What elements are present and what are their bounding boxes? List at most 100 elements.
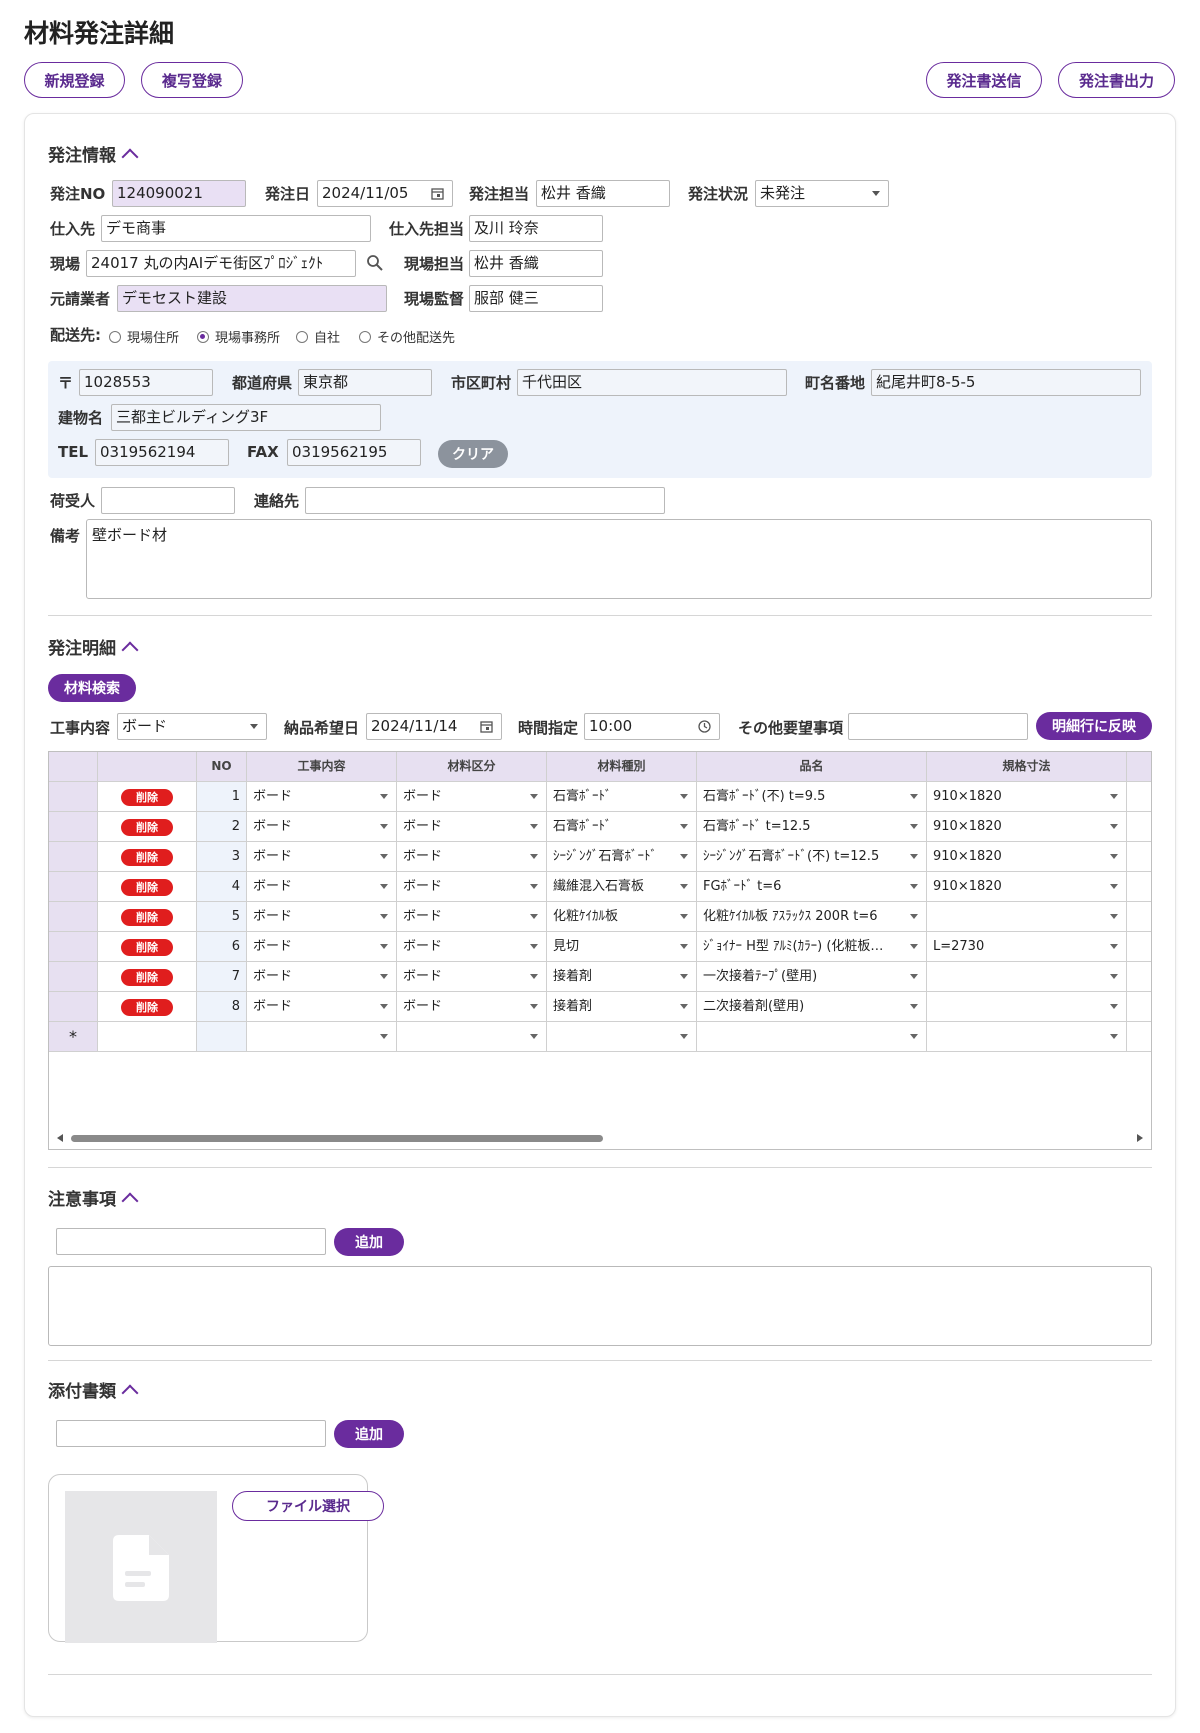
grid-cell-delete[interactable]: 削除 <box>98 962 197 992</box>
grid-cell-delete[interactable]: 削除 <box>98 902 197 932</box>
grid-cell-no[interactable]: 2 <box>197 812 247 842</box>
delete-row-button[interactable]: 削除 <box>121 849 173 866</box>
column-header-type[interactable]: 材料種別 <box>547 752 697 782</box>
grid-cell-type[interactable]: ｼｰｼﾞﾝｸﾞ石膏ﾎﾞｰﾄﾞ <box>547 842 697 872</box>
send-order-button[interactable]: 発注書送信 <box>926 62 1042 98</box>
site-staff-field[interactable]: 松井 香織 <box>469 250 603 277</box>
column-header-size[interactable]: 規格寸法 <box>927 752 1127 782</box>
supplier-staff-field[interactable]: 及川 玲奈 <box>469 215 603 242</box>
delete-row-button[interactable]: 削除 <box>121 939 173 956</box>
grid-cell-category[interactable]: ボード <box>397 812 547 842</box>
column-header-no[interactable]: NO <box>197 752 247 782</box>
time-field[interactable]: 10:00 <box>584 713 720 740</box>
grid-cell-size[interactable] <box>927 902 1127 932</box>
grid-cell-category[interactable]: ボード <box>397 842 547 872</box>
table-row[interactable]: 削除 7 ボード ボード 接着剤 一次接着ﾃｰﾌﾟ(壁用) <box>49 962 1151 992</box>
supplier-field[interactable]: デモ商事 <box>101 215 371 242</box>
delivery-option-site-address[interactable]: 現場住所 <box>109 327 179 346</box>
other-request-field[interactable] <box>848 713 1028 740</box>
grid-cell-no[interactable]: 6 <box>197 932 247 962</box>
copy-button[interactable]: 複写登録 <box>141 62 243 98</box>
receiver-field[interactable] <box>101 487 235 514</box>
grid-cell-size[interactable]: L=2730 <box>927 932 1127 962</box>
table-row[interactable]: 削除 2 ボード ボード 石膏ﾎﾞｰﾄﾞ 石膏ﾎﾞｰﾄﾞ t=12.5 910×1820 <box>49 812 1151 842</box>
order-no-field[interactable]: 124090021 <box>112 180 246 207</box>
delete-row-button[interactable]: 削除 <box>121 999 173 1016</box>
grid-cell-no[interactable]: 5 <box>197 902 247 932</box>
grid-cell-type[interactable]: 石膏ﾎﾞｰﾄﾞ <box>547 782 697 812</box>
clock-icon[interactable] <box>698 720 711 733</box>
grid-cell-delete[interactable]: 削除 <box>98 932 197 962</box>
grid-cell-size[interactable]: 910×1820 <box>927 872 1127 902</box>
section-order-info[interactable]: 発注情報 <box>48 141 139 166</box>
table-row[interactable]: 削除 5 ボード ボード 化粧ｹｲｶﾙ板 化粧ｹｲｶﾙ板 ｱｽﾗｯｸｽ 200R t=6 <box>49 902 1151 932</box>
grid-cell-no[interactable]: 8 <box>197 992 247 1022</box>
grid-cell-type[interactable]: 繊維混入石膏板 <box>547 872 697 902</box>
grid-cell-name[interactable]: ｼﾞｮｲﾅｰ H型 ｱﾙﾐ(ｶﾗｰ) (化粧板… <box>697 932 927 962</box>
calendar-icon[interactable] <box>480 720 493 733</box>
section-order-details[interactable]: 発注明細 <box>48 634 139 659</box>
grid-cell-size[interactable] <box>927 992 1127 1022</box>
chevron-up-icon[interactable] <box>121 1192 139 1210</box>
section-attachments[interactable]: 添付書類 <box>48 1377 139 1402</box>
grid-cell-category[interactable]: ボード <box>397 782 547 812</box>
grid-cell-delete[interactable]: 削除 <box>98 992 197 1022</box>
attachment-input[interactable] <box>56 1420 326 1447</box>
grid-cell-work[interactable]: ボード <box>247 962 397 992</box>
grid-cell-type[interactable] <box>547 1022 697 1052</box>
grid-cell-category[interactable]: ボード <box>397 962 547 992</box>
order-date-field[interactable]: 2024/11/05 <box>317 180 453 207</box>
radio-button[interactable] <box>109 330 121 343</box>
grid-cell-name[interactable] <box>697 1022 927 1052</box>
street-field[interactable]: 紀尾井町8-5-5 <box>871 369 1141 396</box>
grid-cell-work[interactable] <box>247 1022 397 1052</box>
order-staff-field[interactable]: 松井 香織 <box>536 180 670 207</box>
grid-cell-name[interactable]: ｼｰｼﾞﾝｸﾞ石膏ﾎﾞｰﾄﾞ(不) t=12.5 <box>697 842 927 872</box>
grid-cell-delete[interactable]: 削除 <box>98 872 197 902</box>
remarks-textarea[interactable]: 壁ボード材 <box>86 519 1152 599</box>
table-row[interactable]: 削除 1 ボード ボード 石膏ﾎﾞｰﾄﾞ 石膏ﾎﾞｰﾄﾞ(不) t=9.5 910×1820 <box>49 782 1151 812</box>
grid-cell-work[interactable]: ボード <box>247 812 397 842</box>
horizontal-scrollbar[interactable] <box>49 1128 1151 1149</box>
column-header-name[interactable]: 品名 <box>697 752 927 782</box>
grid-cell-work[interactable]: ボード <box>247 872 397 902</box>
grid-cell[interactable] <box>1127 1022 1151 1052</box>
delete-row-button[interactable]: 削除 <box>121 969 173 986</box>
apply-to-rows-button[interactable]: 明細行に反映 <box>1036 712 1152 740</box>
fax-field[interactable]: 0319562195 <box>287 439 421 466</box>
scrollbar-thumb[interactable] <box>71 1135 603 1142</box>
grid-cell-type[interactable]: 石膏ﾎﾞｰﾄﾞ <box>547 812 697 842</box>
tel-field[interactable]: 0319562194 <box>95 439 229 466</box>
grid-cell-size[interactable] <box>927 962 1127 992</box>
delivery-option-other[interactable]: その他配送先 <box>359 327 455 346</box>
notes-textarea[interactable] <box>48 1266 1152 1346</box>
grid-cell-work[interactable]: ボード <box>247 842 397 872</box>
grid-cell-name[interactable]: 二次接着剤(壁用) <box>697 992 927 1022</box>
scroll-right-icon[interactable] <box>1137 1134 1143 1142</box>
chevron-up-icon[interactable] <box>121 148 139 166</box>
column-header-category[interactable]: 材料区分 <box>397 752 547 782</box>
delete-row-button[interactable]: 削除 <box>121 789 173 806</box>
delete-row-button[interactable]: 削除 <box>121 879 173 896</box>
grid-cell-no[interactable]: 1 <box>197 782 247 812</box>
grid-cell-delete[interactable]: 削除 <box>98 782 197 812</box>
pref-field[interactable]: 東京都 <box>298 369 432 396</box>
grid-new-row[interactable]: * <box>49 1022 1151 1052</box>
contractor-field[interactable]: デモセスト建設 <box>117 285 387 312</box>
grid-cell-work[interactable]: ボード <box>247 932 397 962</box>
grid-cell-no[interactable]: 3 <box>197 842 247 872</box>
grid-cell-no[interactable]: 4 <box>197 872 247 902</box>
grid-cell[interactable] <box>98 1022 197 1052</box>
attachment-add-button[interactable]: 追加 <box>334 1420 404 1448</box>
grid-cell-size[interactable]: 910×1820 <box>927 812 1127 842</box>
work-select[interactable]: ボード <box>117 713 267 740</box>
delete-row-button[interactable]: 削除 <box>121 909 173 926</box>
site-field[interactable]: 24017 丸の内AIデモ街区ﾌﾟﾛｼﾞｪｸﾄ <box>86 250 356 277</box>
calendar-icon[interactable] <box>431 187 444 200</box>
search-icon[interactable] <box>366 254 383 271</box>
site-supervisor-field[interactable]: 服部 健三 <box>469 285 603 312</box>
grid-cell-category[interactable] <box>397 1022 547 1052</box>
grid-cell-name[interactable]: 石膏ﾎﾞｰﾄﾞ t=12.5 <box>697 812 927 842</box>
grid-cell-type[interactable]: 接着剤 <box>547 962 697 992</box>
grid-cell-work[interactable]: ボード <box>247 902 397 932</box>
